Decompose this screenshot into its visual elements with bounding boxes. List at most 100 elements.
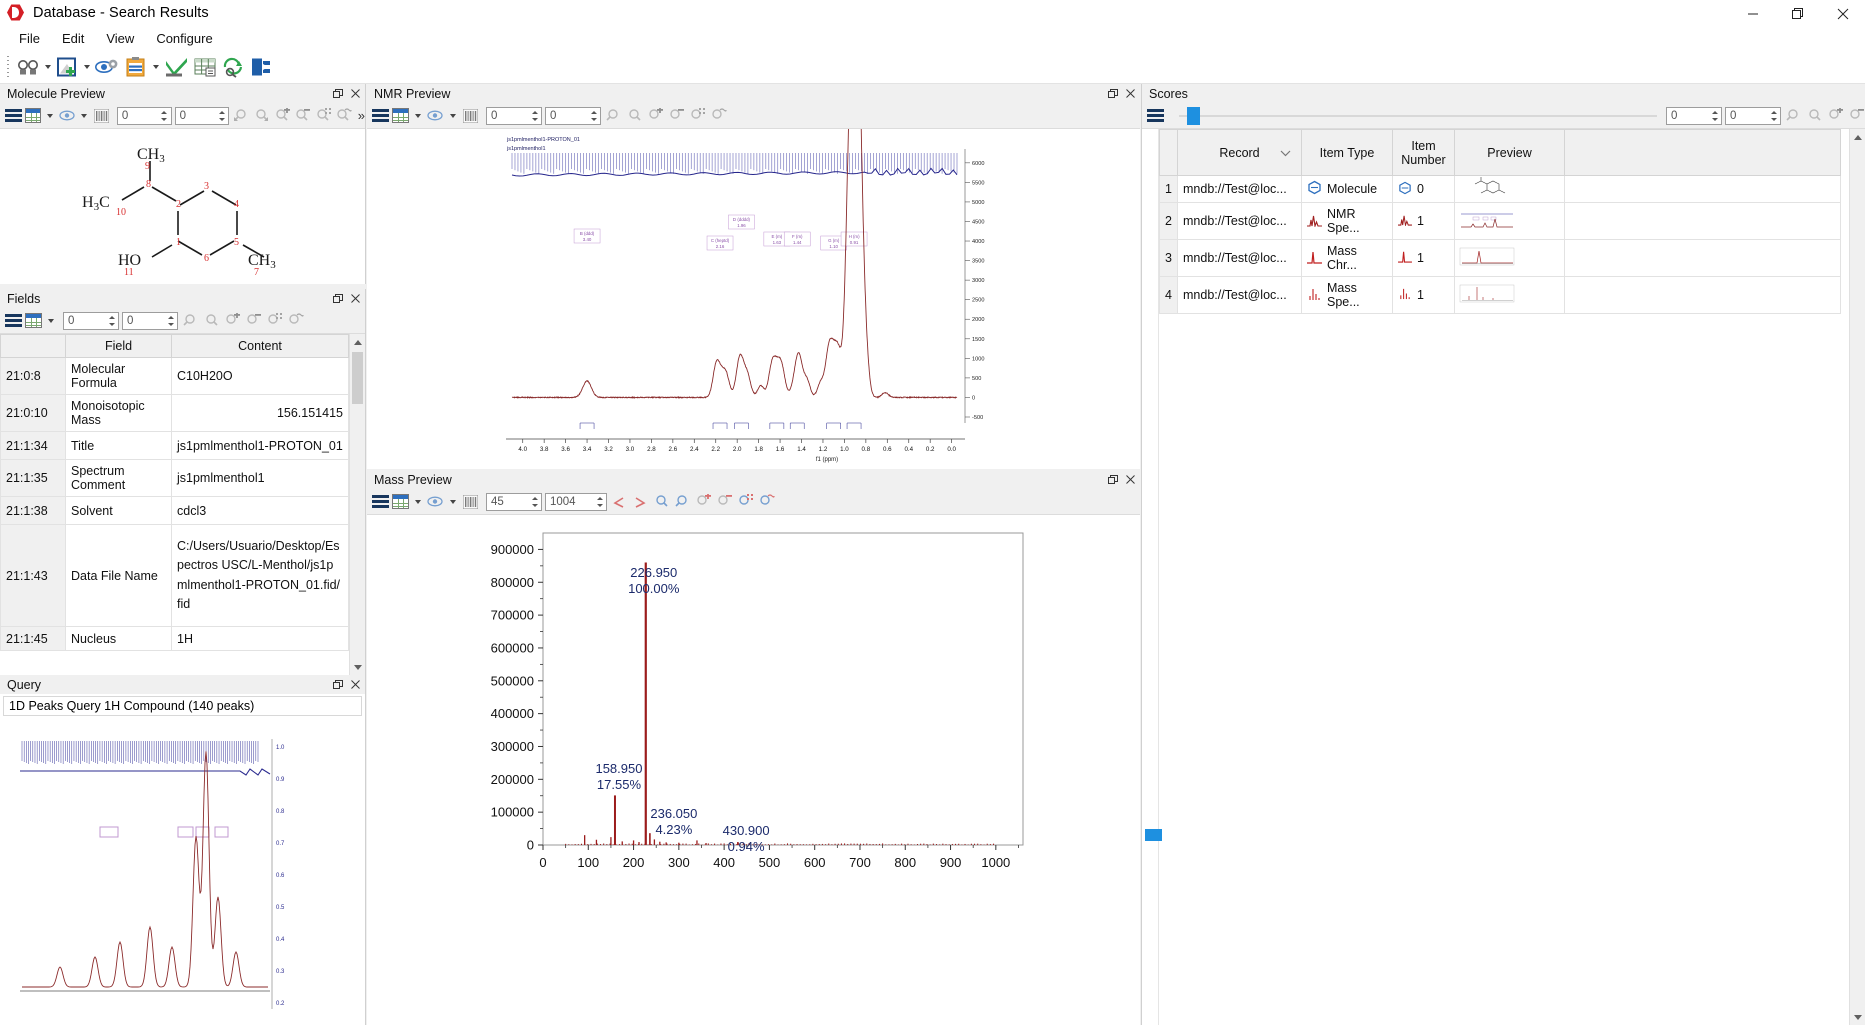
zoom-previous-icon[interactable]	[232, 107, 250, 124]
fields-col-field[interactable]: Field	[66, 335, 172, 358]
scores-row-preview[interactable]	[1455, 240, 1565, 277]
zoom-in-icon[interactable]	[274, 107, 292, 124]
scores-scroll-down-icon[interactable]	[1850, 1009, 1865, 1025]
clipboard-table-icon[interactable]	[122, 52, 150, 82]
mass-zoom-previous-icon[interactable]	[652, 493, 670, 510]
scores-zoom-out-icon[interactable]	[1847, 107, 1865, 124]
table-row[interactable]: 21:0:10 Monoisotopic Mass 156.151415	[1, 395, 349, 432]
fields-scroll-down-icon[interactable]	[350, 659, 365, 675]
table-row[interactable]: 2 mndb://Test@loc... NMR Spe... 1	[1160, 203, 1841, 240]
query-float-icon[interactable]	[332, 679, 343, 690]
search-database-icon[interactable]	[14, 52, 42, 82]
clipboard-table-caret-icon[interactable]	[150, 53, 161, 81]
scores-vertical-scrollbar[interactable]	[1849, 129, 1865, 1025]
menu-view[interactable]: View	[95, 28, 145, 49]
fields-col-content[interactable]: Content	[172, 335, 349, 358]
table-row[interactable]: 21:1:43 Data File Name C:/Users/Usuario/…	[1, 525, 349, 627]
molecule-preview-float-icon[interactable]	[332, 88, 343, 99]
scores-zoom-in-icon[interactable]	[1826, 107, 1844, 124]
mass-zoom-next-icon[interactable]	[673, 493, 691, 510]
mass-grid-caret-icon[interactable]	[412, 488, 423, 516]
scores-spin-2[interactable]: 0	[1725, 107, 1781, 125]
nmr-spin-2[interactable]: 0	[545, 107, 601, 125]
scores-scroll-up-icon[interactable]	[1850, 129, 1865, 145]
mass-spin-1[interactable]: 45	[486, 493, 542, 511]
fields-zoom-in-icon[interactable]	[223, 312, 241, 329]
mass-nav-left-icon[interactable]	[610, 493, 628, 510]
nmr-eye-view-icon[interactable]	[426, 107, 444, 124]
nmr-preview-close-icon[interactable]	[1125, 88, 1136, 99]
close-icon[interactable]	[1820, 0, 1865, 27]
fields-zoom-next-icon[interactable]	[202, 312, 220, 329]
scores-slider-track[interactable]	[1179, 115, 1657, 117]
menu-hamburger-icon[interactable]	[5, 108, 22, 123]
scores-col-item-type[interactable]: Item Type	[1302, 130, 1393, 176]
scores-spin-1[interactable]: 0	[1666, 107, 1722, 125]
table-row[interactable]: 21:1:45 Nucleus 1H	[1, 627, 349, 651]
menu-file[interactable]: File	[8, 28, 51, 49]
barcode-icon[interactable]	[92, 107, 110, 124]
mass-eye-caret-icon[interactable]	[447, 488, 458, 516]
mass-preview-float-icon[interactable]	[1107, 474, 1118, 485]
mass-zoom-fit-icon[interactable]	[736, 493, 754, 510]
fields-zoom-fit-icon[interactable]	[265, 312, 283, 329]
fields-hamburger-icon[interactable]	[5, 313, 22, 328]
nmr-spin-1[interactable]: 0	[486, 107, 542, 125]
scores-col-record[interactable]: Record	[1178, 130, 1302, 176]
menu-configure[interactable]: Configure	[145, 28, 223, 49]
molecule-canvas[interactable]: CH3 H3C HO CH3 1 2 3 4 5 6 7 8 9 10 11	[0, 129, 365, 284]
scores-col-extra[interactable]	[1565, 130, 1841, 176]
zoom-out-icon[interactable]	[294, 107, 312, 124]
mass-chart-canvas[interactable]: 0 100000 200000 300000 400000 500000 600000 700…	[367, 515, 1140, 1025]
mass-preview-close-icon[interactable]	[1125, 474, 1136, 485]
query-description-bar[interactable]: 1D Peaks Query 1H Compound (140 peaks)	[3, 696, 362, 716]
new-document-caret-icon[interactable]	[81, 53, 92, 81]
nmr-eye-caret-icon[interactable]	[447, 102, 458, 130]
molecule-spin-1[interactable]: 0	[117, 107, 172, 125]
nmr-zoom-previous-icon[interactable]	[604, 107, 622, 124]
table-row[interactable]: 3 mndb://Test@loc... Mass Chr... 1	[1160, 240, 1841, 277]
fields-scroll-thumb[interactable]	[352, 352, 363, 404]
scores-zoom-next-icon[interactable]	[1805, 107, 1823, 124]
fields-col-blank[interactable]	[1, 335, 66, 358]
grid-layout-caret-icon[interactable]	[44, 102, 55, 130]
scores-slider-thumb[interactable]	[1187, 107, 1200, 125]
exit-door-icon[interactable]	[247, 52, 275, 82]
zoom-reset-icon[interactable]	[335, 107, 353, 124]
refresh-search-icon[interactable]	[219, 52, 247, 82]
eye-view-caret-icon[interactable]	[79, 102, 90, 130]
query-close-icon[interactable]	[350, 679, 361, 690]
scores-col-preview[interactable]: Preview	[1455, 130, 1565, 176]
eye-view-icon[interactable]	[58, 107, 76, 124]
table-row[interactable]: 21:0:8 Molecular Formula C10H20O	[1, 358, 349, 395]
molecule-preview-close-icon[interactable]	[350, 88, 361, 99]
fields-vertical-scrollbar[interactable]	[349, 334, 365, 675]
mass-grid-icon[interactable]	[392, 494, 409, 509]
nmr-preview-float-icon[interactable]	[1107, 88, 1118, 99]
molecule-spin-2[interactable]: 0	[175, 107, 230, 125]
nmr-barcode-icon[interactable]	[461, 107, 479, 124]
molecule-toolbar-overflow[interactable]: »	[356, 108, 365, 123]
fields-zoom-out-icon[interactable]	[244, 312, 262, 329]
minimize-icon[interactable]	[1730, 0, 1775, 27]
fields-grid-icon[interactable]	[25, 313, 42, 328]
fields-close-icon[interactable]	[350, 293, 361, 304]
scores-row-preview[interactable]	[1455, 176, 1565, 203]
fields-scroll-up-icon[interactable]	[350, 334, 365, 350]
mass-zoom-out-icon[interactable]	[715, 493, 733, 510]
mass-spin-2[interactable]: 1004	[545, 493, 607, 511]
search-database-caret-icon[interactable]	[42, 53, 53, 81]
table-row[interactable]: 1 mndb://Test@loc... Molecule 0	[1160, 176, 1841, 203]
table-row[interactable]: 4 mndb://Test@loc... Mass Spe... 1	[1160, 277, 1841, 314]
fields-grid-caret-icon[interactable]	[45, 307, 56, 335]
table-row[interactable]: 21:1:34 Title js1pmlmenthol1-PROTON_01	[1, 432, 349, 460]
mass-zoom-reset-icon[interactable]	[757, 493, 775, 510]
fields-zoom-previous-icon[interactable]	[181, 312, 199, 329]
fields-zoom-reset-icon[interactable]	[286, 312, 304, 329]
fields-float-icon[interactable]	[332, 293, 343, 304]
menu-edit[interactable]: Edit	[51, 28, 95, 49]
nmr-zoom-in-icon[interactable]	[646, 107, 664, 124]
query-spectrum-preview[interactable]: 1.0 0.9 0.8 0.7 0.6 0.5 0.4 0.3 0.2	[0, 719, 365, 1019]
mass-nav-right-icon[interactable]	[631, 493, 649, 510]
scores-hamburger-icon[interactable]	[1147, 108, 1164, 123]
